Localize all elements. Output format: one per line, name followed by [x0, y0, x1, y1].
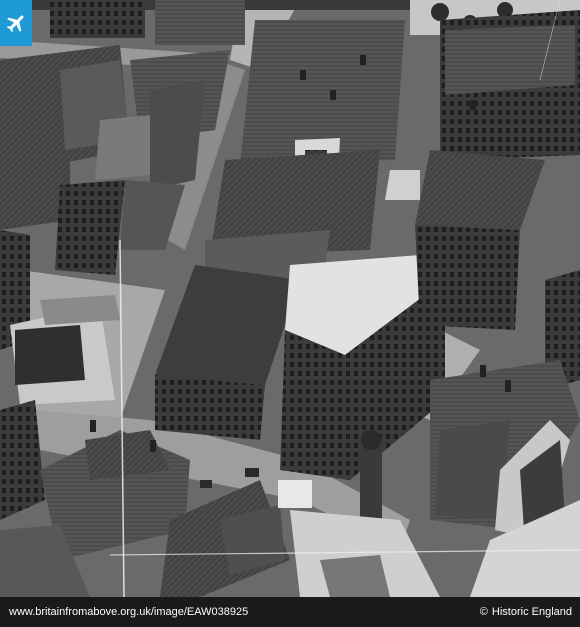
image-footer: www.britainfromabove.org.uk/image/EAW038…: [0, 597, 580, 627]
aerial-photo-rendering: [0, 0, 580, 597]
britain-from-above-badge[interactable]: [0, 0, 32, 46]
copyright-credit: © Historic England: [480, 606, 572, 618]
airplane-icon: [6, 15, 24, 33]
copyright-owner: Historic England: [491, 606, 572, 618]
aerial-photograph: [0, 0, 580, 597]
image-url[interactable]: www.britainfromabove.org.uk/image/EAW038…: [9, 606, 248, 618]
copyright-symbol: ©: [479, 606, 488, 618]
